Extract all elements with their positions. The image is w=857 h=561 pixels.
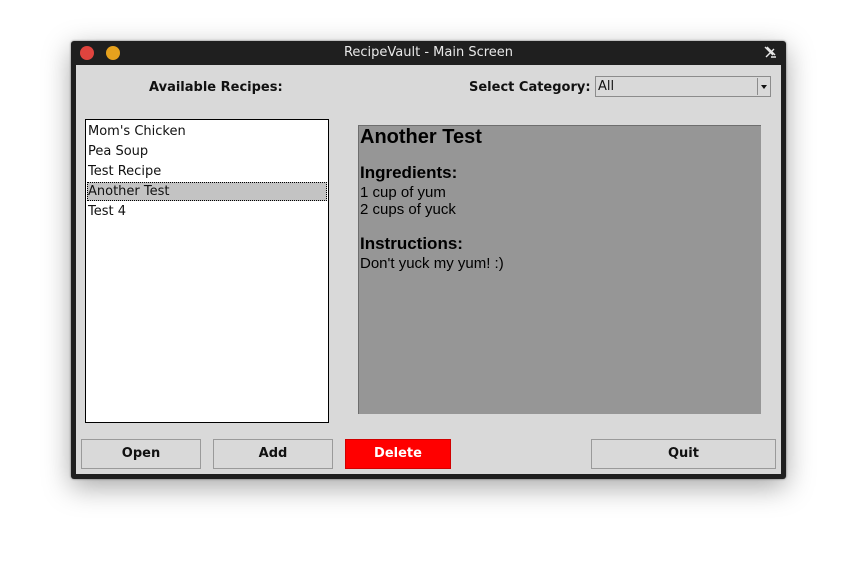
main-content: Available Recipes: Select Category: All …: [76, 65, 781, 474]
available-recipes-label: Available Recipes:: [149, 80, 283, 95]
category-dropdown[interactable]: All: [595, 76, 771, 97]
recipe-title: Another Test: [360, 126, 482, 148]
ingredient-line: 1 cup of yum: [360, 184, 446, 201]
list-item[interactable]: Test Recipe: [87, 162, 327, 181]
category-dropdown-value: All: [598, 79, 615, 94]
ingredient-line: 2 cups of yuck: [360, 201, 456, 218]
list-item[interactable]: Test 4: [87, 202, 327, 221]
ingredients-heading: Ingredients:: [360, 163, 458, 182]
instructions-heading: Instructions:: [360, 234, 463, 253]
list-item[interactable]: Pea Soup: [87, 142, 327, 161]
list-item[interactable]: Mom's Chicken: [87, 122, 327, 141]
list-item-selected[interactable]: Another Test: [87, 182, 327, 201]
delete-button[interactable]: Delete: [345, 439, 451, 469]
recipe-list[interactable]: Mom's Chicken Pea Soup Test Recipe Anoth…: [85, 119, 329, 423]
quit-button[interactable]: Quit: [591, 439, 776, 469]
open-button[interactable]: Open: [81, 439, 201, 469]
app-window: RecipeVault - Main Screen Available Reci…: [71, 41, 786, 479]
select-category-label: Select Category:: [469, 80, 591, 95]
pin-icon[interactable]: [762, 45, 778, 61]
chevron-down-icon[interactable]: [757, 78, 769, 95]
title-bar[interactable]: RecipeVault - Main Screen: [71, 41, 786, 65]
window-title: RecipeVault - Main Screen: [343, 45, 514, 60]
add-button[interactable]: Add: [213, 439, 333, 469]
recipe-detail-panel: Another Test Ingredients: 1 cup of yum 2…: [358, 125, 761, 414]
instructions-text: Don't yuck my yum! :): [360, 255, 504, 272]
